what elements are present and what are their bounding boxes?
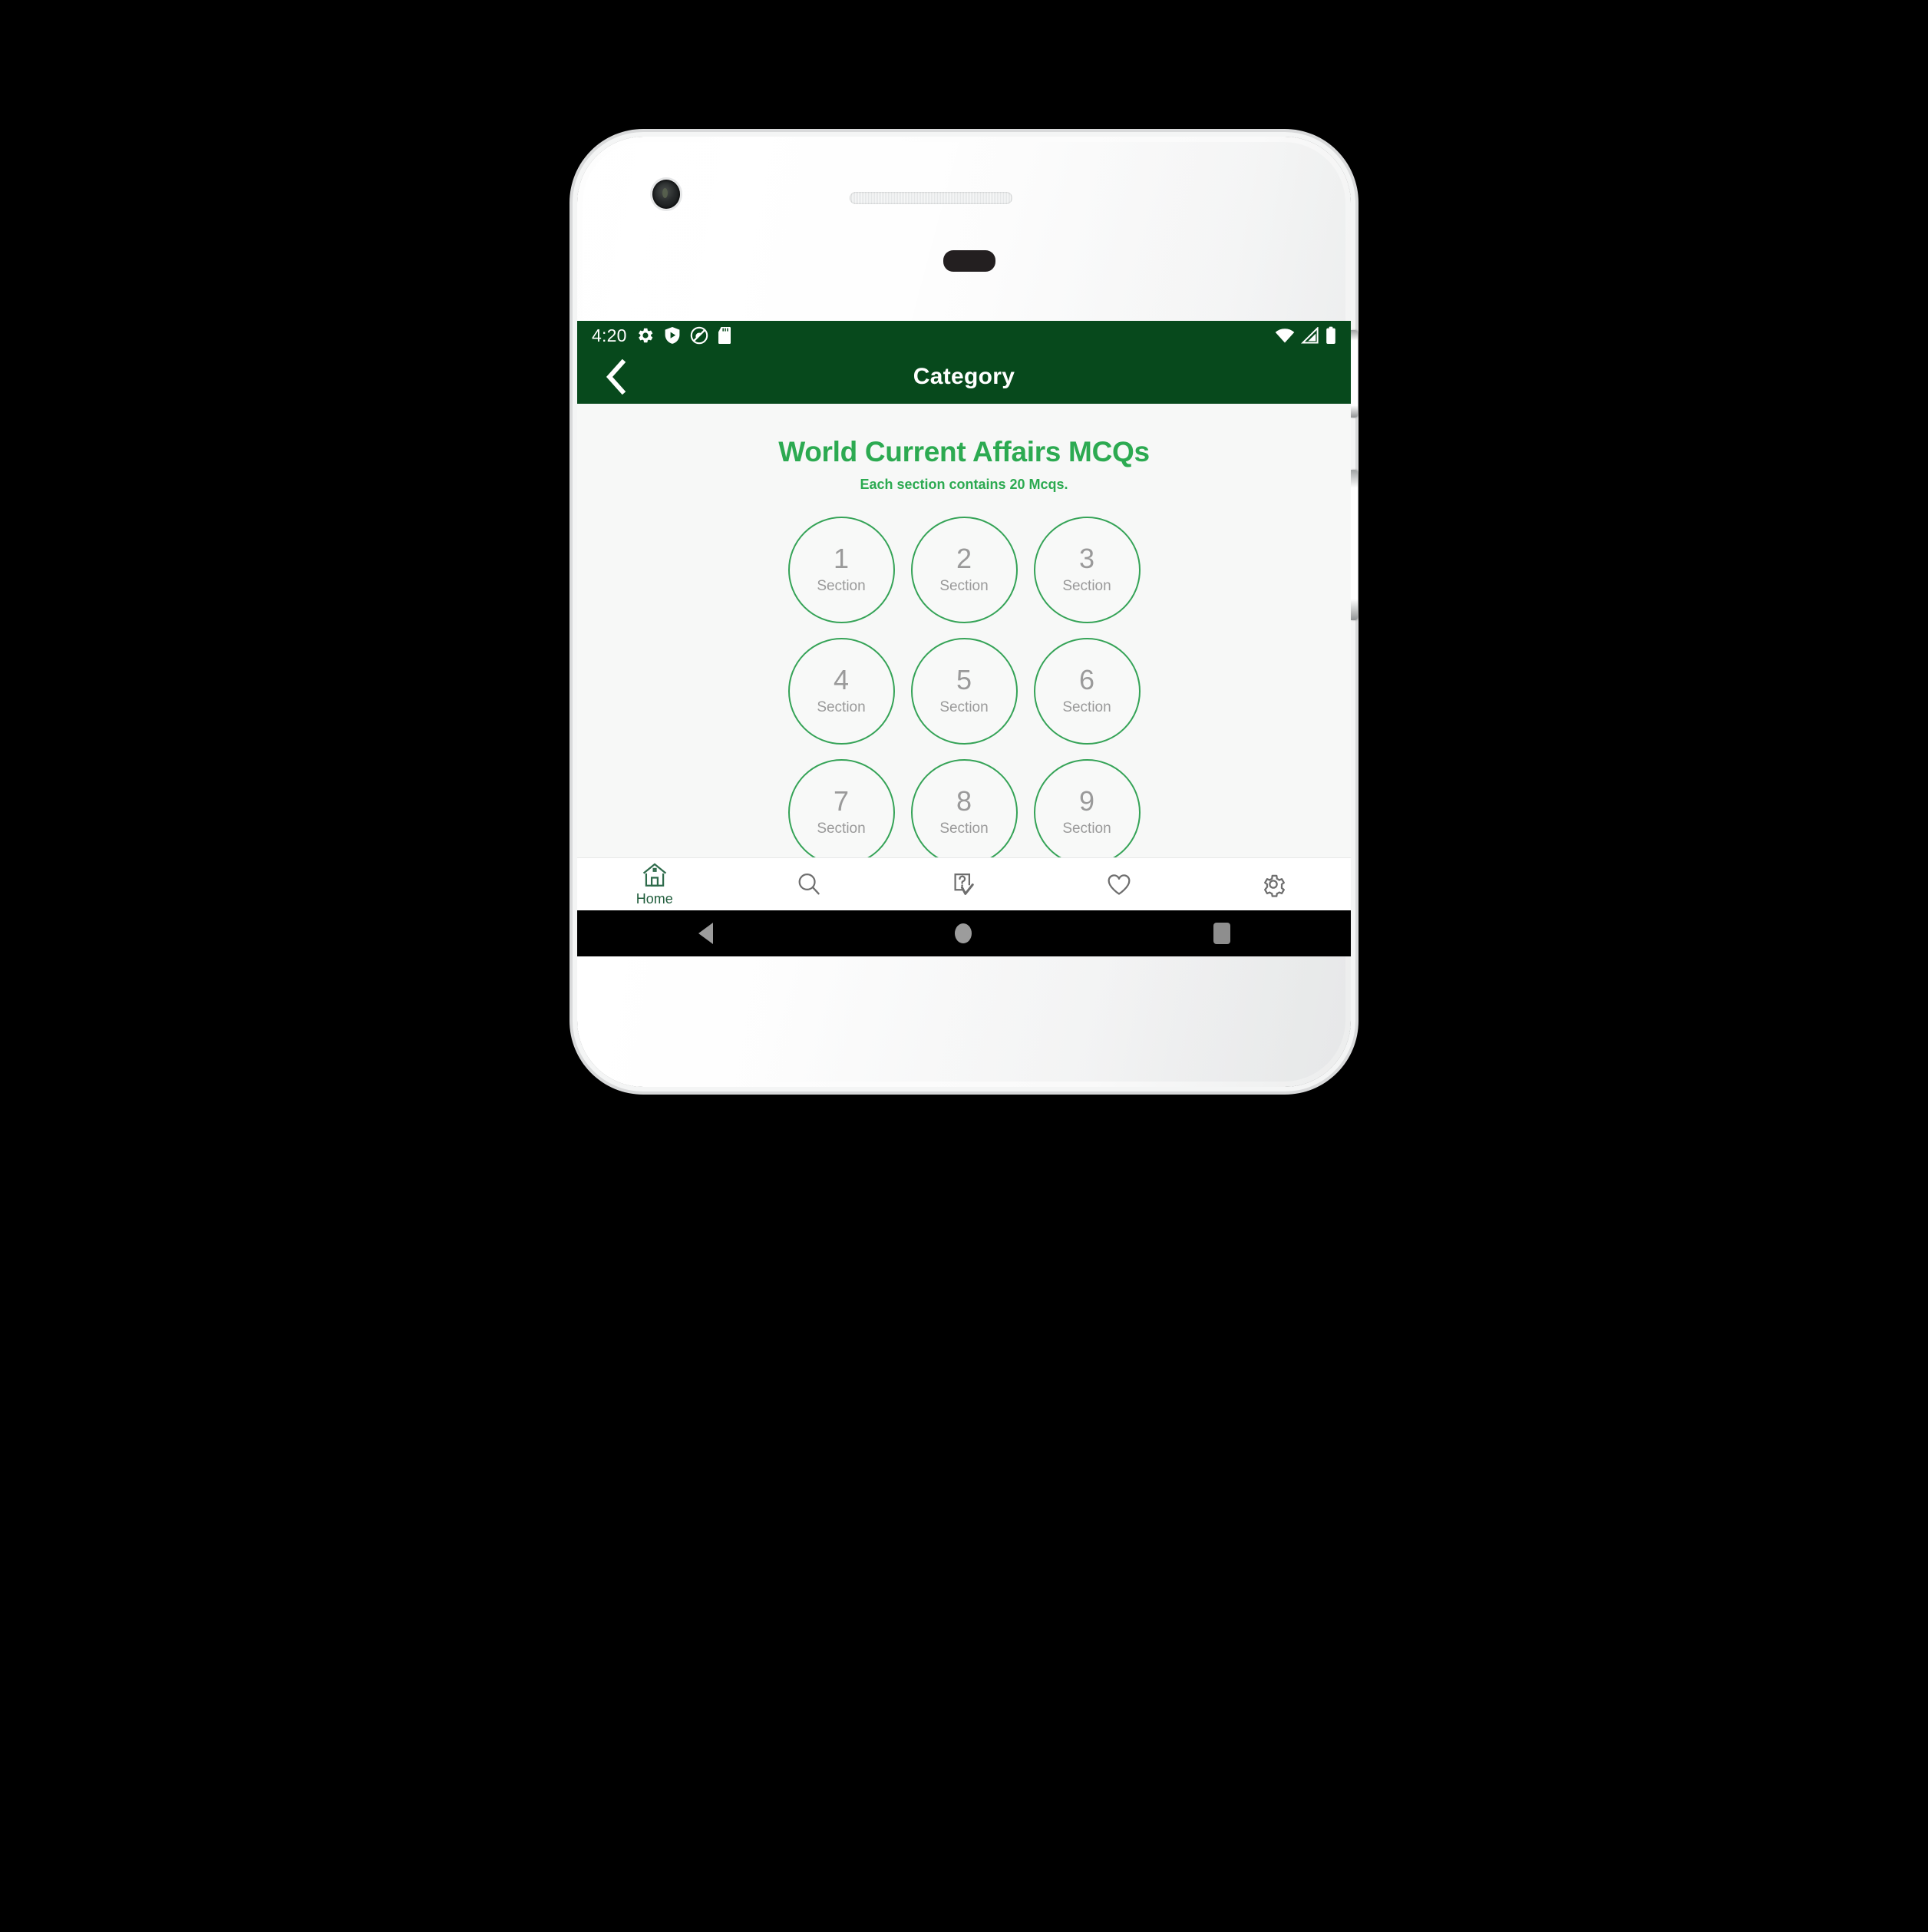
status-time: 4:20 — [592, 325, 627, 345]
bottom-navigation-bar: Home — [577, 857, 1351, 910]
gear-icon — [638, 328, 652, 343]
nav-item-favorites[interactable] — [1042, 858, 1197, 910]
page-title: Category — [913, 364, 1015, 389]
category-heading: World Current Affairs MCQs — [778, 436, 1150, 467]
android-navigation-bar — [577, 910, 1351, 956]
status-bar-left: 4:20 — [592, 325, 731, 346]
android-back-button[interactable] — [698, 923, 713, 944]
section-number: 5 — [956, 664, 972, 695]
power-button[interactable] — [1351, 330, 1358, 418]
section-number: 8 — [956, 785, 972, 817]
status-bar-right — [1275, 326, 1336, 345]
status-bar: 4:20 — [577, 321, 1351, 350]
wifi-icon — [1275, 329, 1295, 343]
section-label: Section — [1062, 699, 1111, 715]
battery-icon — [1326, 326, 1335, 344]
section-number: 6 — [1078, 664, 1095, 695]
section-label: Section — [1062, 578, 1111, 594]
nav-item-settings[interactable] — [1196, 858, 1351, 910]
settings-icon — [1264, 874, 1286, 897]
section-grid: 1 Section 2 Section 3 Section 4 Section … — [780, 517, 1148, 858]
section-button[interactable]: 9 Section — [1033, 759, 1141, 858]
section-label: Section — [1062, 821, 1111, 837]
section-button[interactable]: 6 Section — [1033, 638, 1141, 745]
cellular-signal-icon — [1301, 327, 1319, 344]
section-label: Section — [817, 699, 866, 715]
sd-card-icon — [718, 327, 731, 344]
section-label: Section — [939, 578, 989, 594]
section-button[interactable]: 2 Section — [910, 517, 1018, 623]
section-button[interactable]: 7 Section — [787, 759, 895, 858]
sensor-pill — [943, 250, 995, 272]
category-subheading: Each section contains 20 Mcqs. — [860, 477, 1068, 492]
android-home-button[interactable] — [954, 923, 972, 943]
earpiece-speaker — [850, 192, 1012, 204]
section-button[interactable]: 5 Section — [910, 638, 1018, 745]
shield-play-icon — [665, 327, 679, 344]
nav-item-quiz[interactable] — [886, 858, 1042, 910]
section-label: Section — [817, 821, 866, 837]
category-content: World Current Affairs MCQs Each section … — [577, 404, 1351, 858]
quiz-icon — [954, 873, 974, 895]
do-not-disturb-icon — [690, 326, 708, 345]
section-button[interactable]: 1 Section — [787, 517, 895, 623]
section-button[interactable]: 3 Section — [1033, 517, 1141, 623]
section-label: Section — [939, 821, 989, 837]
nav-label-home: Home — [636, 891, 673, 907]
section-number: 1 — [833, 543, 850, 574]
section-label: Section — [939, 699, 989, 715]
section-number: 7 — [833, 785, 850, 817]
section-button[interactable]: 8 Section — [910, 759, 1018, 858]
section-button[interactable]: 4 Section — [787, 638, 895, 745]
phone-screen: 4:20 Category World Current Affairs MCQs… — [577, 321, 1351, 956]
phone-device-frame: 4:20 Category World Current Affairs MCQs… — [577, 137, 1358, 1087]
section-label: Section — [817, 578, 866, 594]
home-icon — [642, 863, 666, 887]
back-button[interactable] — [591, 350, 640, 404]
volume-button[interactable] — [1351, 470, 1358, 620]
front-camera-icon — [652, 180, 680, 209]
section-number: 9 — [1078, 785, 1095, 817]
search-icon — [798, 873, 820, 895]
section-number: 3 — [1078, 543, 1095, 574]
section-number: 2 — [956, 543, 972, 574]
chevron-left-icon — [606, 359, 626, 395]
android-recents-button[interactable] — [1213, 923, 1230, 944]
app-bar: Category — [577, 350, 1351, 404]
nav-item-search[interactable] — [732, 858, 887, 910]
section-number: 4 — [833, 664, 850, 695]
heart-icon — [1108, 874, 1131, 895]
nav-item-home[interactable]: Home — [577, 858, 732, 910]
